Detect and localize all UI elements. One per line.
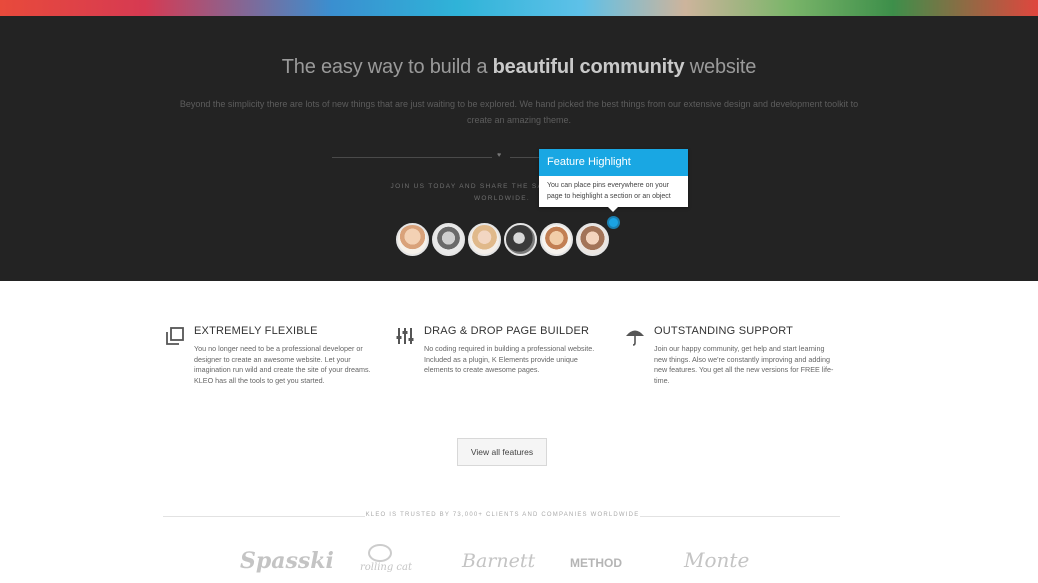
feature-title: OUTSTANDING SUPPORT bbox=[654, 325, 794, 337]
avatar[interactable] bbox=[468, 223, 501, 256]
feature-support: OUTSTANDING SUPPORT Join our happy commu… bbox=[625, 324, 840, 386]
tooltip-title: Feature Highlight bbox=[539, 149, 688, 176]
hero-section: The easy way to build a beautiful commun… bbox=[0, 16, 1038, 281]
feature-text: No coding required in building a profess… bbox=[424, 344, 595, 375]
client-logos: Spasski rolling cat Barnett METHOD Monte bbox=[230, 540, 790, 583]
feature-title: EXTREMELY FLEXIBLE bbox=[194, 325, 318, 337]
view-all-features-button[interactable]: View all features bbox=[457, 438, 547, 466]
divider-right bbox=[510, 157, 540, 158]
client-logo-monte: Monte bbox=[684, 548, 750, 572]
hero-subtext: Beyond the simplicity there are lots of … bbox=[179, 99, 859, 125]
rolling-cat-mark-icon bbox=[368, 544, 392, 562]
resize-squares-icon bbox=[166, 327, 184, 345]
feature-flexible: EXTREMELY FLEXIBLE You no longer need to… bbox=[165, 324, 380, 386]
client-logo-rolling-cat: rolling cat bbox=[360, 562, 412, 573]
sliders-icon bbox=[396, 328, 414, 344]
feature-title: DRAG & DROP PAGE BUILDER bbox=[424, 325, 590, 337]
heart-icon: ♥ bbox=[497, 152, 502, 159]
feature-highlight-tooltip: Feature Highlight You can place pins eve… bbox=[539, 149, 688, 212]
tooltip-body: You can place pins everywhere on your pa… bbox=[547, 182, 671, 200]
avatar[interactable] bbox=[432, 223, 465, 256]
client-logo-method: METHOD bbox=[570, 556, 622, 570]
divider-left bbox=[163, 516, 365, 517]
umbrella-icon bbox=[626, 330, 644, 346]
feature-page-builder: DRAG & DROP PAGE BUILDER No coding requi… bbox=[395, 324, 610, 376]
avatar[interactable] bbox=[540, 223, 573, 256]
tooltip-arrow bbox=[608, 207, 618, 212]
avatar[interactable] bbox=[576, 223, 609, 256]
divider-left bbox=[332, 157, 492, 158]
highlight-pin[interactable] bbox=[607, 216, 620, 229]
feature-text: You no longer need to be a professional … bbox=[194, 344, 371, 385]
client-logo-spasski: Spasski bbox=[240, 548, 334, 574]
trusted-text: KLEO IS TRUSTED BY 73,000+ CLIENTS AND C… bbox=[365, 512, 640, 518]
hero-image-strip bbox=[0, 0, 1038, 16]
avatar[interactable] bbox=[396, 223, 429, 256]
hero-headline: The easy way to build a beautiful commun… bbox=[281, 56, 757, 78]
feature-text: Join our happy community, get help and s… bbox=[654, 344, 834, 385]
member-avatars bbox=[396, 223, 609, 257]
divider-right bbox=[640, 516, 840, 517]
avatar[interactable] bbox=[504, 223, 537, 256]
client-logo-barnett: Barnett bbox=[462, 550, 536, 572]
